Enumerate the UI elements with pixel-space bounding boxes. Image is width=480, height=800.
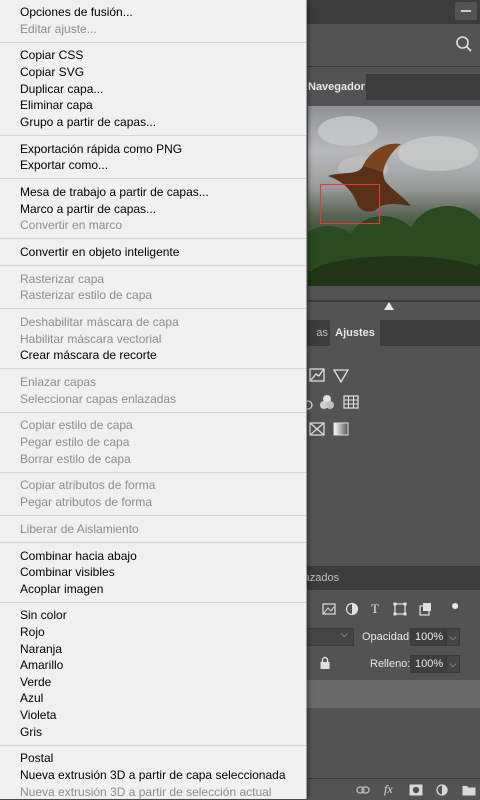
menu-item-pegar-atributos-de-forma: Pegar atributos de forma	[20, 494, 153, 509]
tab-navigator[interactable]: Navegador	[300, 74, 366, 100]
menu-item-rasterizar-capa: Rasterizar capa	[20, 271, 105, 286]
gradient-triangle-icon[interactable]	[333, 368, 349, 384]
menu-separator	[0, 178, 306, 180]
search-icon[interactable]	[455, 35, 473, 53]
menu-item-amarillo[interactable]: Amarillo	[0, 657, 306, 674]
app-title-bar	[300, 0, 480, 24]
menu-item-borrar-estilo-de-capa: Borrar estilo de capa	[20, 451, 131, 466]
filter-shape-icon[interactable]	[393, 602, 407, 616]
menu-item-verde[interactable]: Verde	[0, 674, 306, 691]
fill-label: Relleno:	[370, 658, 411, 670]
menu-separator	[0, 265, 306, 267]
filter-smart-object-icon[interactable]	[418, 602, 432, 616]
options-bar	[300, 24, 480, 67]
menu-item-combinar-visibles[interactable]: Combinar visibles	[0, 564, 306, 581]
link-layers-icon[interactable]	[356, 785, 370, 795]
menu-separator	[0, 238, 306, 240]
chevron-down-icon: ⌵	[341, 629, 348, 639]
new-adjustment-layer-icon[interactable]	[436, 784, 448, 796]
lock-icon[interactable]	[318, 656, 332, 670]
threshold-icon[interactable]	[309, 421, 325, 437]
new-group-folder-icon[interactable]	[462, 784, 476, 796]
curves-icon[interactable]	[309, 367, 325, 383]
menu-item-pegar-estilo-de-capa: Pegar estilo de capa	[20, 434, 130, 449]
menu-item-liberar-de-aislamiento: Liberar de Aislamiento	[20, 521, 139, 536]
menu-item-copiar-svg[interactable]: Copiar SVG	[0, 64, 306, 81]
menu-item-convertir-en-objeto-inteligente[interactable]: Convertir en objeto inteligente	[0, 244, 306, 261]
menu-item-rasterizar-estilo-de-capa: Rasterizar estilo de capa	[20, 288, 153, 303]
tab-adjustments[interactable]: Ajustes	[330, 320, 380, 346]
menu-item-naranja[interactable]: Naranja	[0, 641, 306, 658]
menu-separator	[0, 368, 306, 370]
filter-adjustment-icon[interactable]	[345, 602, 359, 616]
menu-item-postal[interactable]: Postal	[0, 750, 306, 767]
menu-item-combinar-hacia-abajo[interactable]: Combinar hacia abajo	[0, 548, 306, 565]
opacity-input[interactable]: 100%	[410, 628, 446, 646]
menu-separator	[0, 308, 306, 310]
layer-context-menu: Opciones de fusión... Editar ajuste... Cop…	[0, 0, 307, 799]
menu-separator	[0, 601, 306, 603]
menu-separator	[0, 134, 306, 136]
menu-item-deshabilitar-mascara-de-capa: Deshabilitar máscara de capa	[20, 315, 179, 330]
menu-item-grupo-a-partir-de-capas[interactable]: Grupo a partir de capas...	[0, 114, 306, 131]
menu-item-convertir-en-marco: Convertir en marco	[20, 218, 123, 233]
menu-item-nueva-extrusion-3d-a-partir-de-capa-seleccionada[interactable]: Nueva extrusión 3D a partir de capa sele…	[0, 767, 306, 784]
filter-image-icon[interactable]	[322, 602, 336, 616]
zoom-slider-thumb[interactable]	[384, 302, 394, 310]
menu-item-exportar-como[interactable]: Exportar como...	[0, 157, 306, 174]
menu-item-editar-ajuste: Editar ajuste...	[20, 21, 97, 36]
menu-item-gris[interactable]: Gris	[0, 724, 306, 741]
navigator-view-frame[interactable]	[320, 184, 380, 224]
menu-item-sin-color[interactable]: Sin color	[0, 607, 306, 624]
menu-separator	[0, 744, 306, 746]
blend-mode-dropdown[interactable]: ⌵	[300, 628, 354, 646]
menu-separator	[0, 471, 306, 473]
color-lookup-icon[interactable]	[343, 394, 359, 410]
opacity-chevron-icon[interactable]: ⌵	[446, 628, 460, 646]
menu-item-copiar-estilo-de-capa: Copiar estilo de capa	[20, 418, 133, 433]
menu-item-duplicar-capa[interactable]: Duplicar capa...	[0, 81, 306, 98]
tab-paths-partial[interactable]: razados	[300, 566, 360, 590]
collapse-panels-button[interactable]	[455, 2, 477, 20]
menu-separator	[0, 411, 306, 413]
menu-item-habilitar-mascara-vectorial: Habilitar máscara vectorial	[20, 331, 162, 346]
layer-style-fx-icon[interactable]: fx	[384, 782, 393, 797]
menu-item-copiar-css[interactable]: Copiar CSS	[0, 47, 306, 64]
menu-item-copiar-atributos-de-forma: Copiar atributos de forma	[20, 478, 156, 493]
menu-item-opciones-de-fusion[interactable]: Opciones de fusión...	[0, 4, 306, 21]
selected-layer-row[interactable]	[300, 680, 480, 708]
menu-item-enlazar-capas: Enlazar capas	[20, 375, 97, 389]
menu-item-acoplar-imagen[interactable]: Acoplar imagen	[0, 581, 306, 598]
menu-item-mesa-de-trabajo-a-partir-de-capas[interactable]: Mesa de trabajo a partir de capas...	[0, 184, 306, 201]
fill-input[interactable]: 100%	[410, 655, 446, 673]
menu-item-crear-mascara-de-recorte[interactable]: Crear máscara de recorte	[0, 347, 306, 364]
menu-item-azul[interactable]: Azul	[0, 690, 306, 707]
menu-item-nueva-extrusion-3d-a-partir-de-seleccion-actual: Nueva extrusión 3D a partir de selección…	[20, 784, 272, 799]
menu-separator	[0, 515, 306, 517]
menu-separator	[0, 541, 306, 543]
menu-item-rojo[interactable]: Rojo	[0, 624, 306, 641]
filter-toggle-icon[interactable]: ●	[451, 597, 459, 613]
menu-separator	[0, 41, 306, 43]
opacity-label: Opacidad:	[362, 631, 413, 643]
menu-item-exportacion-rapida-como-png[interactable]: Exportación rápida como PNG	[0, 141, 306, 158]
add-mask-icon[interactable]	[409, 784, 423, 796]
gradient-map-icon[interactable]	[333, 421, 349, 437]
menu-item-eliminar-capa[interactable]: Eliminar capa	[0, 97, 306, 114]
filter-type-icon[interactable]: T	[371, 601, 379, 617]
menu-item-violeta[interactable]: Violeta	[0, 707, 306, 724]
black-white-icon[interactable]	[319, 394, 335, 410]
menu-item-marco-a-partir-de-capas[interactable]: Marco a partir de capas...	[0, 201, 306, 218]
menu-item-seleccionar-capas-enlazadas: Seleccionar capas enlazadas	[20, 391, 177, 406]
fill-chevron-icon[interactable]: ⌵	[446, 655, 460, 673]
